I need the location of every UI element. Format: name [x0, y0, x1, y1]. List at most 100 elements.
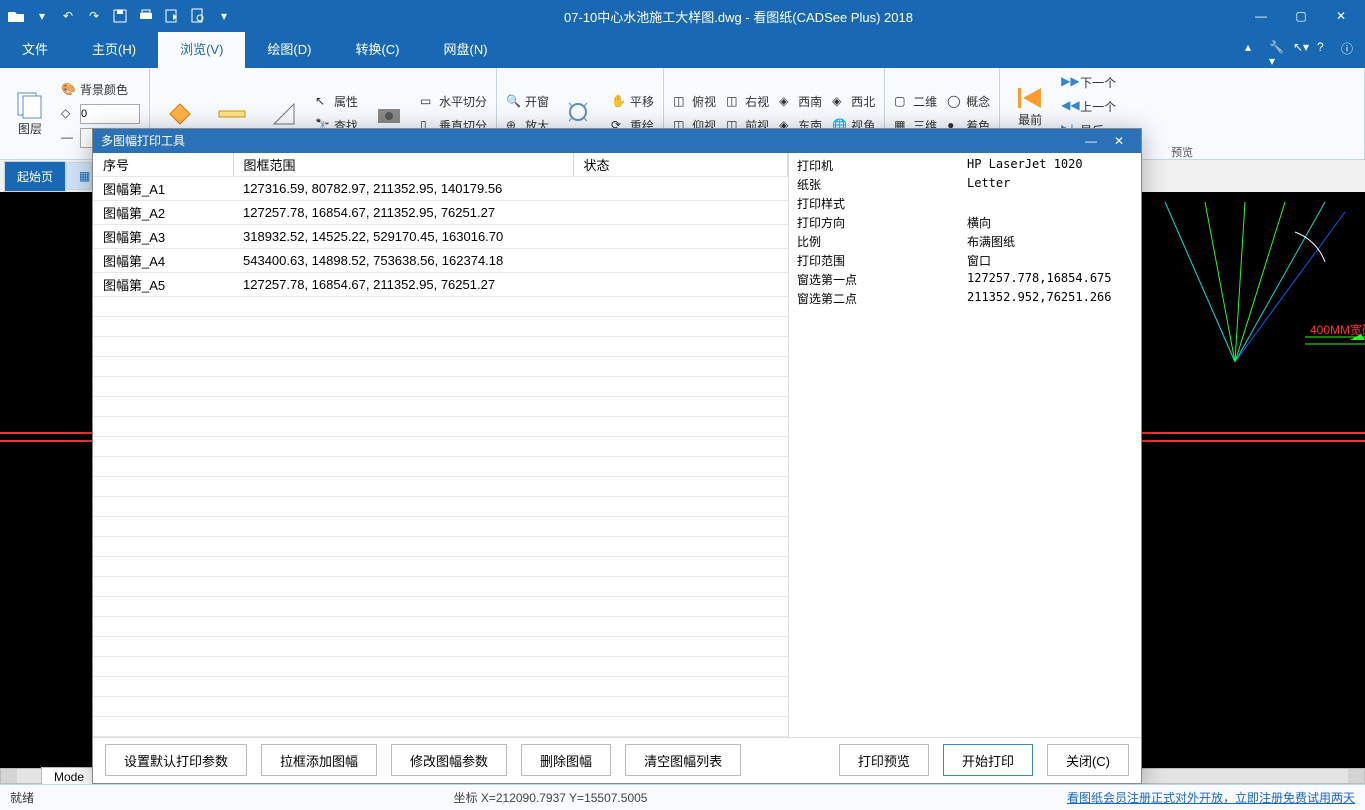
table-row-empty — [93, 496, 788, 516]
scroll-right-icon[interactable] — [1348, 769, 1364, 783]
document-tabs: 起始页 ▦ — [0, 160, 92, 192]
multi-print-dialog: 多图幅打印工具 — ✕ 序号 图框范围 状态 图幅第_A1127316.59, … — [92, 128, 1142, 784]
tab-home[interactable]: 主页(H) — [70, 32, 158, 68]
table-row-empty — [93, 516, 788, 536]
doc-tab-start[interactable]: 起始页 — [4, 161, 66, 192]
save-icon[interactable] — [108, 4, 132, 28]
table-row-empty — [93, 656, 788, 676]
cursor-icon[interactable]: ↖▾ — [1293, 40, 1311, 58]
table-row-empty — [93, 676, 788, 696]
square-icon: ▢ — [894, 94, 910, 110]
search-doc-icon[interactable] — [186, 4, 210, 28]
print-properties-panel: 打印机HP LaserJet 1020 纸张Letter 打印样式 打印方向横向… — [789, 153, 1141, 737]
pan-button[interactable]: ✋平移 — [608, 90, 657, 114]
clear-list-button[interactable]: 清空图幅列表 — [625, 744, 741, 776]
close-button[interactable]: ✕ — [1321, 0, 1361, 32]
table-row[interactable]: 图幅第_A1127316.59, 80782.97, 211352.95, 14… — [93, 176, 788, 200]
table-row-empty — [93, 436, 788, 456]
status-promo-link[interactable]: 看图纸会员注册正式对外开放，立即注册免费试用两天 — [1067, 789, 1355, 806]
print-icon[interactable] — [134, 4, 158, 28]
openwindow-button[interactable]: 🔍开窗 — [503, 90, 552, 114]
bgcolor-button[interactable]: 🎨背景颜色 — [58, 78, 143, 102]
cube-icon: ◫ — [673, 94, 689, 110]
view-nw[interactable]: ◈西北 — [829, 90, 878, 114]
frames-table[interactable]: 序号 图框范围 状态 图幅第_A1127316.59, 80782.97, 21… — [93, 153, 788, 737]
doc-tab-active-icon[interactable]: ▦ — [66, 162, 92, 190]
col-status[interactable]: 状态 — [573, 153, 788, 177]
redo-icon[interactable]: ↷ — [82, 4, 106, 28]
cad-drawing: 400MM宽砖砌 — [1145, 192, 1365, 442]
layers-button[interactable]: 图层 — [6, 84, 54, 144]
open-icon[interactable] — [4, 4, 28, 28]
table-row[interactable]: 图幅第_A2127257.78, 16854.67, 211352.95, 76… — [93, 200, 788, 224]
tab-view[interactable]: 浏览(V) — [158, 32, 245, 68]
col-range[interactable]: 图框范围 — [233, 153, 573, 177]
table-row[interactable]: 图幅第_A4543400.63, 14898.52, 753638.56, 16… — [93, 248, 788, 272]
line-icon: — — [61, 130, 77, 146]
layer-icon: ◇ — [61, 106, 77, 122]
tab-cloud[interactable]: 网盘(N) — [422, 32, 510, 68]
vstyle-2d[interactable]: ▢二维 — [891, 90, 940, 114]
export-icon[interactable] — [160, 4, 184, 28]
status-bar: 就绪 坐标 X=212090.7937 Y=15507.5005 看图纸会员注册… — [0, 784, 1365, 810]
wrench-icon[interactable]: 🔧▾ — [1269, 40, 1287, 58]
table-row-empty — [93, 336, 788, 356]
dialog-close-button[interactable]: ✕ — [1105, 134, 1133, 148]
dialog-titlebar[interactable]: 多图幅打印工具 — ✕ — [93, 129, 1141, 153]
title-right-tools: ▴ 🔧▾ ↖▾ ? ⓘ — [1245, 40, 1359, 58]
zoom-window-icon: 🔍 — [506, 94, 522, 110]
help-icon[interactable]: ? — [1317, 40, 1335, 58]
view-sw[interactable]: ◈西南 — [776, 90, 825, 114]
maximize-button[interactable]: ▢ — [1281, 0, 1321, 32]
delete-frame-button[interactable]: 删除图幅 — [521, 744, 611, 776]
table-row-empty — [93, 636, 788, 656]
table-row-empty — [93, 556, 788, 576]
edit-params-button[interactable]: 修改图幅参数 — [391, 744, 507, 776]
tab-convert[interactable]: 转换(C) — [333, 32, 421, 68]
nav-first-button[interactable]: 最前 — [1006, 76, 1054, 136]
frames-table-panel: 序号 图框范围 状态 图幅第_A1127316.59, 80782.97, 21… — [93, 153, 789, 737]
minimize-button[interactable]: — — [1241, 0, 1281, 32]
nav-next[interactable]: ▶▶下一个 — [1058, 70, 1119, 94]
table-row[interactable]: 图幅第_A5127257.78, 16854.67, 211352.95, 76… — [93, 272, 788, 296]
print-preview-button[interactable]: 打印预览 — [839, 744, 929, 776]
table-row-empty — [93, 596, 788, 616]
table-row-empty — [93, 396, 788, 416]
view-right[interactable]: ◫右视 — [723, 90, 772, 114]
nav-prev[interactable]: ◀◀上一个 — [1058, 94, 1119, 118]
info-icon[interactable]: ⓘ — [1341, 40, 1359, 58]
vstyle-outline[interactable]: ◯概念 — [944, 90, 993, 114]
status-ready: 就绪 — [10, 789, 34, 806]
start-print-button[interactable]: 开始打印 — [943, 744, 1033, 776]
table-row-empty — [93, 476, 788, 496]
prev-icon: ◀◀ — [1061, 98, 1077, 114]
next-icon: ▶▶ — [1061, 74, 1077, 90]
dropdown-icon[interactable]: ▾ — [30, 4, 54, 28]
dialog-minimize-button[interactable]: — — [1077, 134, 1105, 148]
table-row-empty — [93, 456, 788, 476]
tab-file[interactable]: 文件 — [0, 32, 70, 68]
dialog-footer: 设置默认打印参数 拉框添加图幅 修改图幅参数 删除图幅 清空图幅列表 打印预览 … — [93, 737, 1141, 783]
add-frame-button[interactable]: 拉框添加图幅 — [261, 744, 377, 776]
set-default-button[interactable]: 设置默认打印参数 — [105, 744, 247, 776]
table-row-empty — [93, 296, 788, 316]
scroll-left-icon[interactable] — [1, 769, 17, 783]
undo-icon[interactable]: ↶ — [56, 4, 80, 28]
table-row-empty — [93, 416, 788, 436]
attr-button[interactable]: ↖属性 — [312, 90, 361, 114]
table-row[interactable]: 图幅第_A3318932.52, 14525.22, 529170.45, 16… — [93, 224, 788, 248]
layer-selector[interactable]: ◇ — [58, 102, 143, 126]
table-row-empty — [93, 356, 788, 376]
view-top[interactable]: ◫俯视 — [670, 90, 719, 114]
cube-icon: ◫ — [726, 94, 742, 110]
chevron-up-icon[interactable]: ▴ — [1245, 40, 1263, 58]
window-controls: — ▢ ✕ — [1241, 0, 1361, 32]
qat-dropdown-icon[interactable]: ▾ — [212, 4, 236, 28]
main-tabs: 文件 主页(H) 浏览(V) 绘图(D) 转换(C) 网盘(N) — [0, 32, 1365, 68]
close-dialog-button[interactable]: 关闭(C) — [1047, 744, 1129, 776]
hsplit-button[interactable]: ▭水平切分 — [417, 90, 490, 114]
window-title: 07-10中心水池施工大样图.dwg - 看图纸(CADSee Plus) 20… — [236, 7, 1241, 26]
hsplit-icon: ▭ — [420, 94, 436, 110]
col-seq[interactable]: 序号 — [93, 153, 233, 177]
tab-draw[interactable]: 绘图(D) — [245, 32, 333, 68]
